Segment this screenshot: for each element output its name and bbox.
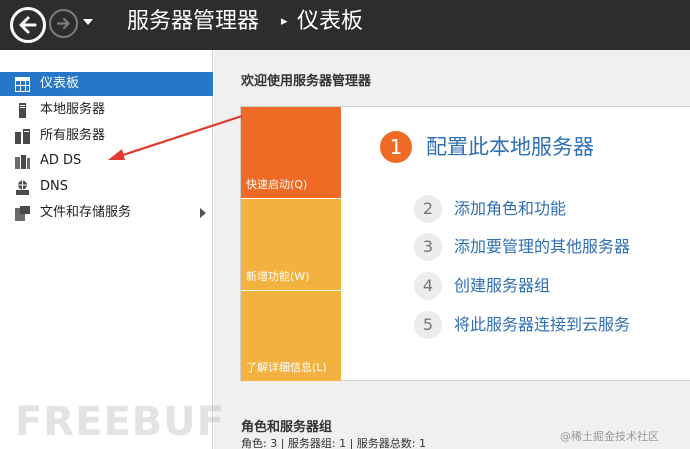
roles-groups-stats: 角色: 3 | 服务器组: 1 | 服务器总数: 1	[241, 437, 427, 449]
breadcrumb-separator: ▸	[281, 14, 288, 29]
page-title: 仪表板	[297, 9, 364, 34]
sidebar-item-dashboard[interactable]: 仪表板	[0, 72, 213, 96]
all-servers-icon	[15, 129, 30, 144]
sidebar-item-all-servers[interactable]: 所有服务器	[0, 124, 213, 148]
sidebar-item-label: AD DS	[40, 153, 82, 168]
app-title: 服务器管理器	[127, 9, 260, 34]
configure-local-server-link[interactable]: 配置此本地服务器	[426, 131, 594, 163]
step-number-badge: 3	[414, 233, 442, 261]
sidebar-item-file-storage[interactable]: 文件和存储服务	[0, 201, 213, 225]
title-bar: 服务器管理器 ▸ 仪表板	[0, 0, 690, 50]
dashboard-icon	[15, 77, 30, 92]
expand-arrow-icon[interactable]	[200, 208, 206, 218]
sidebar-item-label: 文件和存储服务	[40, 205, 132, 220]
tile-label: 了解详细信息(L)	[246, 361, 327, 374]
step-1-badge: 1	[380, 131, 412, 163]
dns-icon	[15, 180, 30, 195]
add-other-servers-link[interactable]: 添加要管理的其他服务器	[454, 236, 630, 258]
step-number-badge: 5	[414, 311, 442, 339]
sidebar-item-dns[interactable]: DNS	[0, 175, 213, 199]
freebuf-watermark: FREEBUF	[15, 399, 226, 445]
history-dropdown-button[interactable]	[81, 14, 95, 28]
back-button[interactable]	[10, 7, 46, 43]
sidebar: 仪表板 本地服务器 所有服务器 AD DS DNS 文件和存储服务	[0, 50, 213, 449]
sidebar-item-label: 所有服务器	[40, 128, 106, 143]
juejin-watermark: @稀土掘金技术社区	[560, 430, 659, 443]
add-roles-features-link[interactable]: 添加角色和功能	[454, 198, 566, 220]
tile-label: 快速启动(Q)	[246, 178, 308, 191]
connect-cloud-link[interactable]: 将此服务器连接到云服务	[454, 314, 630, 336]
roles-groups-title: 角色和服务器组	[241, 420, 333, 435]
main-content: 欢迎使用服务器管理器 快速启动(Q) 新增功能(W) 了解详细信息(L) 1 配…	[214, 50, 690, 449]
sidebar-item-label: 本地服务器	[40, 102, 106, 117]
quick-start-panel: 快速启动(Q) 新增功能(W) 了解详细信息(L) 1 配置此本地服务器 2 添…	[240, 106, 690, 381]
step-number-badge: 2	[414, 195, 442, 223]
tile-label: 新增功能(W)	[246, 270, 310, 283]
sidebar-item-label: 仪表板	[40, 76, 80, 91]
ad-ds-icon	[15, 154, 30, 169]
sidebar-item-label: DNS	[40, 179, 68, 194]
sidebar-item-local-server[interactable]: 本地服务器	[0, 98, 213, 122]
step-number-badge: 4	[414, 272, 442, 300]
sidebar-item-ad-ds[interactable]: AD DS	[0, 149, 213, 173]
chevron-down-icon	[83, 19, 93, 25]
arrow-right-icon	[56, 17, 70, 30]
arrow-left-icon	[19, 16, 37, 34]
tile-whats-new[interactable]: 新增功能(W)	[241, 198, 341, 290]
welcome-title: 欢迎使用服务器管理器	[241, 74, 372, 89]
file-storage-icon	[15, 206, 30, 221]
tile-quick-start[interactable]: 快速启动(Q)	[241, 107, 341, 198]
local-server-icon	[15, 103, 30, 118]
tile-learn-more[interactable]: 了解详细信息(L)	[241, 290, 341, 381]
create-server-group-link[interactable]: 创建服务器组	[454, 275, 550, 297]
forward-button[interactable]	[49, 9, 78, 38]
